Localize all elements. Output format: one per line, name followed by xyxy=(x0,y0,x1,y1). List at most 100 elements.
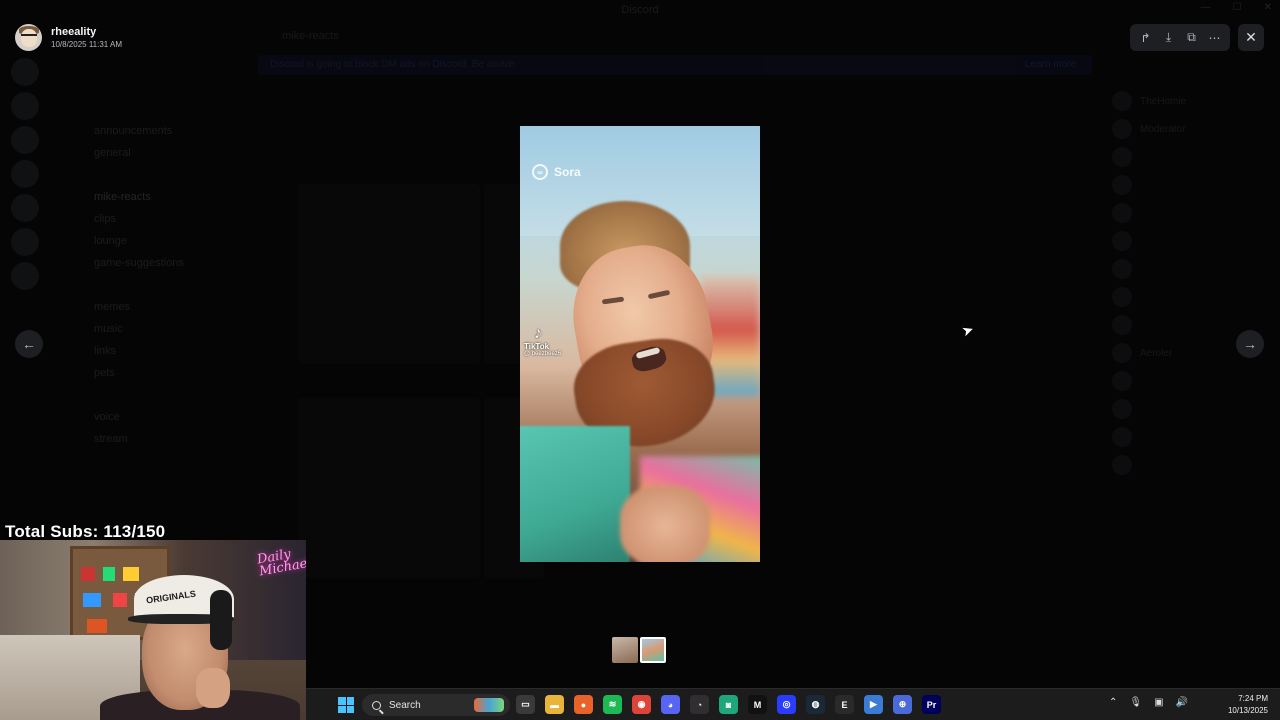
server-icon[interactable] xyxy=(11,262,39,290)
avatar[interactable] xyxy=(15,24,42,51)
channel-header: mike-reacts xyxy=(282,30,339,42)
spotify-icon[interactable]: ≋ xyxy=(603,695,622,714)
member-item[interactable] xyxy=(1112,230,1280,252)
avatar xyxy=(1112,119,1132,139)
close-viewer-button[interactable]: ✕ xyxy=(1238,24,1264,51)
app-green-icon[interactable]: ◙ xyxy=(719,695,738,714)
discord-icon[interactable]: ◕ xyxy=(661,695,680,714)
member-item[interactable] xyxy=(1112,174,1280,196)
banner-link[interactable]: Learn more xyxy=(1025,59,1076,70)
volume-icon[interactable]: 🔊 xyxy=(1176,697,1188,708)
clock-time: 7:24 PM xyxy=(1238,694,1268,703)
avatar xyxy=(1112,259,1132,279)
avatar xyxy=(1112,287,1132,307)
message-video[interactable] xyxy=(298,184,480,364)
member-item[interactable] xyxy=(1112,146,1280,168)
forward-icon[interactable]: ↱ xyxy=(1137,29,1155,47)
window-close-icon[interactable]: ✕ xyxy=(1264,2,1272,13)
sidebar-item-channel[interactable]: announcements xyxy=(50,120,240,142)
sidebar-item-channel[interactable]: pets xyxy=(50,362,240,384)
steam-icon[interactable]: ◍ xyxy=(806,695,825,714)
obs-icon[interactable]: ◔ xyxy=(690,695,709,714)
member-item[interactable] xyxy=(1112,286,1280,308)
avatar xyxy=(1112,455,1132,475)
sidebar-item-channel[interactable]: lounge xyxy=(50,230,240,252)
sidebar-item-channel[interactable]: clips xyxy=(50,208,240,230)
chevron-up-icon[interactable]: ⌃ xyxy=(1109,697,1117,708)
premiere-icon[interactable]: Pr xyxy=(922,695,941,714)
sidebar-item-channel[interactable]: mike-reacts xyxy=(50,186,240,208)
tiktok-logo-icon: ♪ xyxy=(534,325,542,342)
server-icon[interactable] xyxy=(11,160,39,188)
avatar xyxy=(1112,399,1132,419)
tiktok-handle: @ beezbeez6 xyxy=(524,351,562,357)
server-icon[interactable] xyxy=(11,228,39,256)
app-m-icon[interactable]: M xyxy=(748,695,767,714)
chrome-icon[interactable]: ◉ xyxy=(632,695,651,714)
author-timestamp: 10/8/2025 11:31 AM xyxy=(51,39,123,49)
sidebar-item-channel[interactable]: links xyxy=(50,340,240,362)
taskbar: Search ▭ ▬ ● ≋ ◉ ◕ ◔ ◙ M ◎ ◍ E ▶ ⊕ Pr ⌃ 🎙 ▣ 🔊 7:24 PM … xyxy=(306,688,1280,720)
previous-media-button[interactable]: ← xyxy=(15,330,43,358)
epic-icon[interactable]: E xyxy=(835,695,854,714)
minimize-icon[interactable]: — xyxy=(1201,2,1211,13)
app-play-icon[interactable]: ▶ xyxy=(864,695,883,714)
media-thumbnail[interactable] xyxy=(612,637,638,663)
folder-icon[interactable]: ▬ xyxy=(545,695,564,714)
viewer-toolbar: ↱ ⤓ ⧉ ⋯ xyxy=(1130,24,1230,51)
app-globe-icon[interactable]: ◎ xyxy=(777,695,796,714)
download-icon[interactable]: ⤓ xyxy=(1160,29,1178,47)
sora-label: Sora xyxy=(554,165,581,179)
sidebar-item-channel[interactable] xyxy=(50,164,240,186)
sidebar-item-channel[interactable]: music xyxy=(50,318,240,340)
member-item[interactable] xyxy=(1112,202,1280,224)
server-icon[interactable] xyxy=(11,58,39,86)
sidebar-item-channel[interactable]: voice xyxy=(50,406,240,428)
sidebar-item-channel[interactable]: general xyxy=(50,142,240,164)
maximize-icon[interactable]: ☐ xyxy=(1233,2,1242,13)
member-item[interactable] xyxy=(1112,258,1280,280)
app-net-icon[interactable]: ⊕ xyxy=(893,695,912,714)
taskbar-search[interactable]: Search xyxy=(362,694,510,716)
server-icon[interactable] xyxy=(11,92,39,120)
open-external-icon[interactable]: ⧉ xyxy=(1183,29,1201,47)
network-icon[interactable]: ▣ xyxy=(1154,697,1163,708)
member-list: TheHomie Moderator Aeroler xyxy=(1112,90,1280,482)
sidebar-item-channel[interactable] xyxy=(50,274,240,296)
avatar xyxy=(1112,203,1132,223)
tiktok-label: TikTok xyxy=(524,342,550,351)
window-title: Discord xyxy=(621,4,659,16)
sidebar-item-channel[interactable]: game-suggestions xyxy=(50,252,240,274)
tiktok-watermark: ♪ TikTok @ beezbeez6 xyxy=(524,325,562,358)
message-video[interactable] xyxy=(298,398,480,578)
firefox-icon[interactable]: ● xyxy=(574,695,593,714)
more-icon[interactable]: ⋯ xyxy=(1206,29,1224,47)
banner-text: Discord is going to block DM ads on Disc… xyxy=(270,59,517,70)
member-item[interactable]: TheHomie xyxy=(1112,90,1280,112)
microphone-icon[interactable]: 🎙 xyxy=(1129,697,1142,708)
member-item[interactable] xyxy=(1112,398,1280,420)
member-item[interactable] xyxy=(1112,454,1280,476)
media-thumbnail-selected[interactable] xyxy=(640,637,666,663)
sidebar-item-channel[interactable]: stream xyxy=(50,428,240,450)
windows-start-icon[interactable] xyxy=(338,697,354,713)
member-item[interactable] xyxy=(1112,426,1280,448)
avatar xyxy=(1112,147,1132,167)
member-item[interactable]: Moderator xyxy=(1112,118,1280,140)
server-icon[interactable] xyxy=(11,126,39,154)
next-media-button[interactable]: → xyxy=(1236,330,1264,358)
member-item[interactable] xyxy=(1112,370,1280,392)
window-controls: — ☐ ✕ xyxy=(1201,2,1272,13)
notice-banner: Discord is going to block DM ads on Disc… xyxy=(258,55,1092,75)
member-name: Aeroler xyxy=(1140,347,1173,359)
author-name[interactable]: rheeality xyxy=(51,26,122,39)
avatar xyxy=(1112,371,1132,391)
video-player[interactable]: ∞ Sora ♪ TikTok @ beezbeez6 xyxy=(520,126,760,562)
server-icon[interactable] xyxy=(11,194,39,222)
sidebar-item-channel[interactable]: memes xyxy=(50,296,240,318)
subscriber-goal: Total Subs: 113/150 xyxy=(5,522,166,541)
search-label: Search xyxy=(389,699,421,711)
sidebar-item-channel[interactable] xyxy=(50,384,240,406)
clock[interactable]: 7:24 PM 10/13/2025 xyxy=(1228,693,1268,717)
file-explorer-icon[interactable]: ▭ xyxy=(516,695,535,714)
